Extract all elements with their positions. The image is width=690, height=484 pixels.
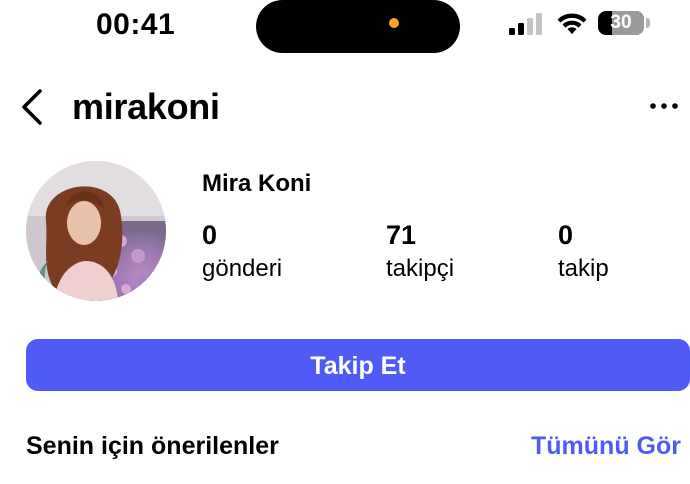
stat-posts-count: 0 (202, 220, 218, 250)
cellular-signal-icon (509, 13, 542, 35)
avatar-photo (26, 161, 166, 301)
stat-followers-count: 71 (386, 220, 417, 250)
suggestions-title: Senin için önerilenler (26, 432, 279, 460)
stat-followers[interactable]: 71 takipçi (386, 220, 454, 284)
wifi-icon (557, 13, 587, 34)
see-all-link[interactable]: Tümünü Gör (531, 432, 681, 461)
profile-screen: 00:41 30 mirakoni Mira Koni 0 gönderi 71… (0, 0, 690, 484)
privacy-indicator-dot (389, 18, 399, 28)
stat-posts[interactable]: 0 gönderi (202, 220, 282, 284)
stat-following-label: takip (558, 255, 609, 282)
stat-posts-label: gönderi (202, 255, 283, 282)
back-chevron-icon[interactable] (18, 88, 46, 126)
profile-username: mirakoni (72, 86, 220, 127)
more-options-icon[interactable] (648, 100, 680, 112)
status-bar: 00:41 30 (0, 0, 690, 53)
battery-icon: 30 (598, 11, 644, 35)
stat-following[interactable]: 0 takip (558, 220, 609, 284)
stat-following-count: 0 (558, 220, 574, 250)
battery-level: 30 (610, 12, 632, 33)
stat-followers-label: takipçi (386, 255, 455, 282)
battery-tip (646, 18, 650, 28)
status-time: 00:41 (96, 8, 176, 41)
dynamic-island (256, 0, 460, 53)
avatar[interactable] (26, 161, 166, 301)
follow-button[interactable]: Takip Et (26, 339, 690, 391)
profile-display-name: Mira Koni (202, 170, 312, 197)
